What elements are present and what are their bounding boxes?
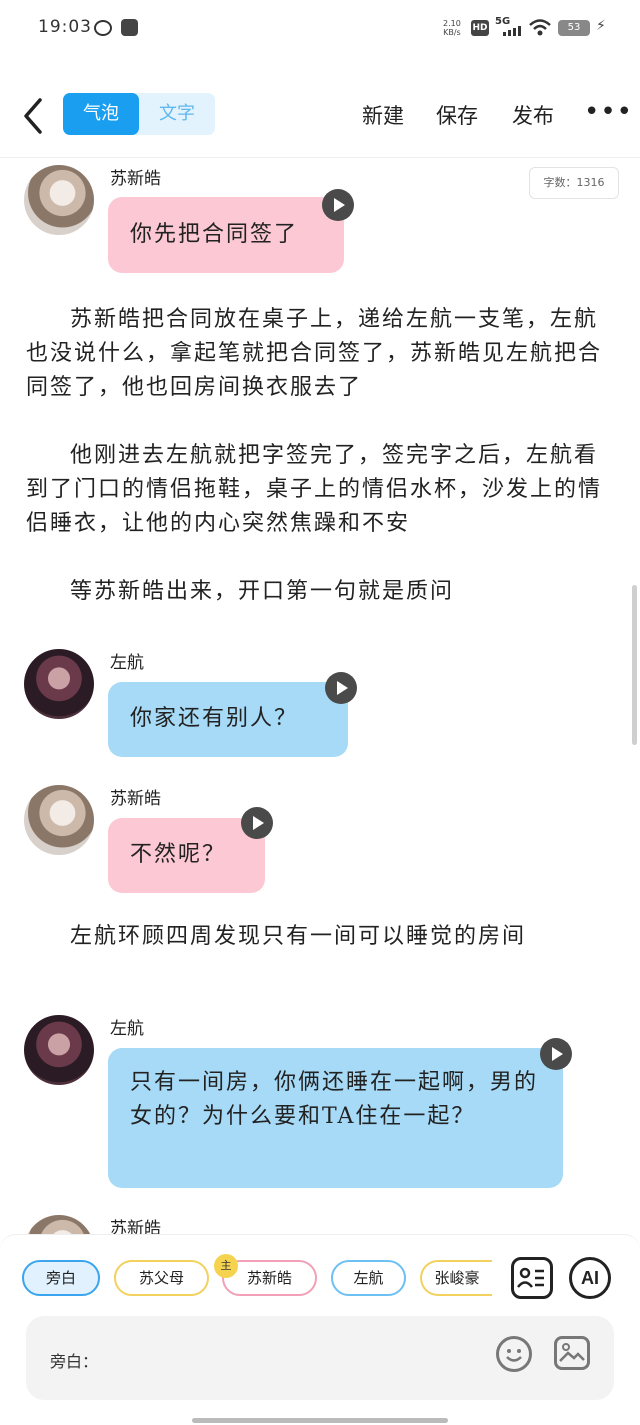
avatar[interactable] xyxy=(24,165,94,235)
home-indicator[interactable] xyxy=(192,1418,448,1423)
avatar[interactable] xyxy=(24,1015,94,1085)
avatar[interactable] xyxy=(24,649,94,719)
character-chip-zuo-hang[interactable]: 左航 xyxy=(331,1260,406,1296)
bottom-editor-panel: 旁白 苏父母 苏新皓 主 左航 张峻豪 AI 旁白： xyxy=(0,1234,640,1425)
narration-paragraph: 他刚进去左航就把字签完了，签完字之后，左航看到了门口的情侣拖鞋，桌子上的情侣水杯… xyxy=(26,443,603,536)
emoji-icon[interactable] xyxy=(496,1336,532,1372)
narration-block[interactable]: 左航环顾四周发现只有一间可以睡觉的房间 xyxy=(26,920,606,954)
narration-paragraph: 苏新皓把合同放在桌子上，递给左航一支笔，左航也没说什么，拿起笔就把合同签了，苏新… xyxy=(26,307,603,400)
play-icon[interactable] xyxy=(325,672,357,704)
mode-text-tab[interactable]: 文字 xyxy=(139,93,215,135)
avatar[interactable] xyxy=(24,785,94,855)
mode-toggle: 气泡 文字 xyxy=(63,93,215,135)
play-icon[interactable] xyxy=(540,1038,572,1070)
emoji-face-glyph xyxy=(506,1349,522,1362)
charging-icon: ⚡ xyxy=(596,18,606,34)
speaker-name: 苏新皓 xyxy=(110,1219,161,1234)
signal-icon xyxy=(503,26,521,36)
message-notification-icon xyxy=(121,19,138,36)
new-button[interactable]: 新建 xyxy=(362,100,404,130)
wifi-icon xyxy=(529,19,551,36)
message-input[interactable]: 旁白： xyxy=(26,1316,614,1400)
back-icon[interactable] xyxy=(18,96,50,136)
play-icon[interactable] xyxy=(322,189,354,221)
narration-block[interactable]: 苏新皓把合同放在桌子上，递给左航一支笔，左航也没说什么，拿起笔就把合同签了，苏新… xyxy=(26,303,606,609)
more-icon[interactable]: ••• xyxy=(584,99,633,125)
network-speed: 2.10 KB/s xyxy=(443,19,461,37)
save-button[interactable]: 保存 xyxy=(436,100,478,130)
status-time: 19:03 xyxy=(38,17,92,37)
speaker-name: 左航 xyxy=(110,653,144,673)
image-icon[interactable] xyxy=(554,1336,590,1370)
ai-button[interactable]: AI xyxy=(569,1257,611,1299)
chat-bubble[interactable]: 你家还有别人？ xyxy=(108,682,348,757)
narration-paragraph: 等苏新皓出来，开口第一句就是质问 xyxy=(70,579,455,604)
story-content[interactable]: 字数：1316 苏新皓 你先把合同签了 苏新皓把合同放在桌子上，递给左航一支笔，… xyxy=(0,159,640,1234)
character-chip-su-parents[interactable]: 苏父母 xyxy=(114,1260,209,1296)
network-speed-unit: KB/s xyxy=(443,28,461,37)
top-nav-bar: 气泡 文字 新建 保存 发布 ••• xyxy=(0,80,640,158)
image-glyph xyxy=(559,1343,585,1362)
mode-bubble-tab[interactable]: 气泡 xyxy=(63,93,139,135)
narration-paragraph: 左航环顾四周发现只有一间可以睡觉的房间 xyxy=(70,924,527,949)
battery-icon: 53 xyxy=(558,20,590,36)
word-count-badge: 字数：1316 xyxy=(529,167,619,199)
character-chip-zhang-junhao[interactable]: 张峻豪 xyxy=(420,1260,492,1296)
chat-bubble[interactable]: 你先把合同签了 xyxy=(108,197,344,273)
chat-bubble[interactable]: 只有一间房，你俩还睡在一起啊，男的女的？为什么要和TA住在一起？ xyxy=(108,1048,563,1188)
scrollbar[interactable] xyxy=(632,585,637,745)
character-card-icon[interactable] xyxy=(511,1257,553,1299)
speaker-name: 苏新皓 xyxy=(110,789,161,809)
character-chip-narrator[interactable]: 旁白 xyxy=(22,1260,100,1296)
status-bar: 19:03 2.10 KB/s HD 5G 53 ⚡ xyxy=(0,0,640,60)
input-speaker-prefix: 旁白： xyxy=(50,1352,99,1371)
speaker-name: 苏新皓 xyxy=(110,169,161,189)
publish-button[interactable]: 发布 xyxy=(512,100,554,130)
network-speed-value: 2.10 xyxy=(443,19,461,28)
avatar[interactable] xyxy=(24,1215,94,1234)
speaker-name: 左航 xyxy=(110,1019,144,1039)
app-notification-icon xyxy=(94,20,112,36)
main-character-badge: 主 xyxy=(214,1254,238,1278)
contact-card-glyph xyxy=(517,1267,544,1288)
play-icon[interactable] xyxy=(241,807,273,839)
hd-icon: HD xyxy=(471,20,489,36)
